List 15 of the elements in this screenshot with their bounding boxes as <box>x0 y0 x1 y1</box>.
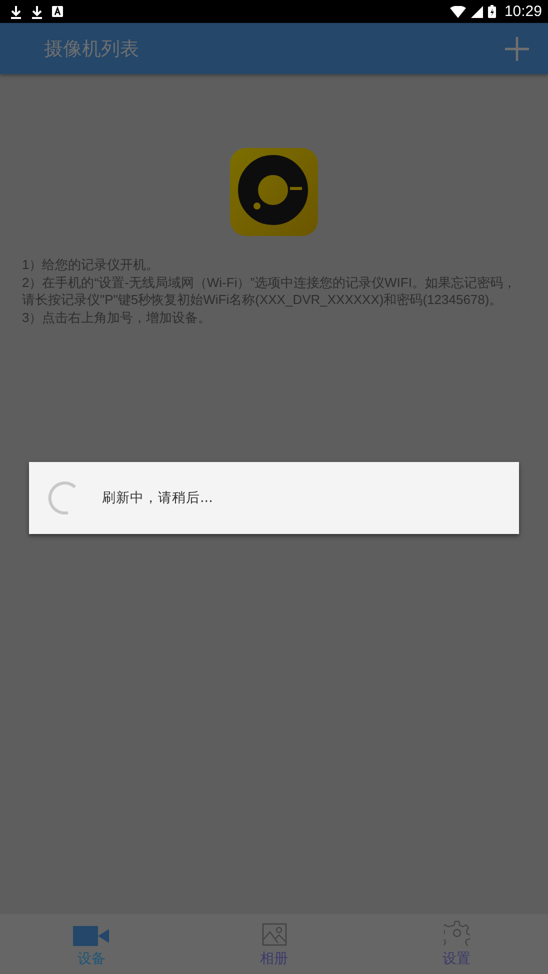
screen-title: 摄像机列表 <box>44 36 139 62</box>
settings-icon <box>444 920 470 946</box>
nav-tab[interactable]: 设备 <box>0 914 183 974</box>
battery-icon <box>488 5 496 18</box>
add-icon[interactable] <box>504 36 530 62</box>
app-logo-icon <box>230 148 318 236</box>
video-camera-icon <box>73 926 110 946</box>
loading-message: 刷新中，请稍后... <box>102 489 213 507</box>
clock-time: 10:29 <box>504 3 542 20</box>
download-icon <box>10 4 22 18</box>
download-icon <box>31 4 43 18</box>
wifi-icon <box>450 6 466 18</box>
notification-icon <box>52 6 63 17</box>
image-icon <box>262 923 286 946</box>
signal-icon <box>471 6 484 18</box>
